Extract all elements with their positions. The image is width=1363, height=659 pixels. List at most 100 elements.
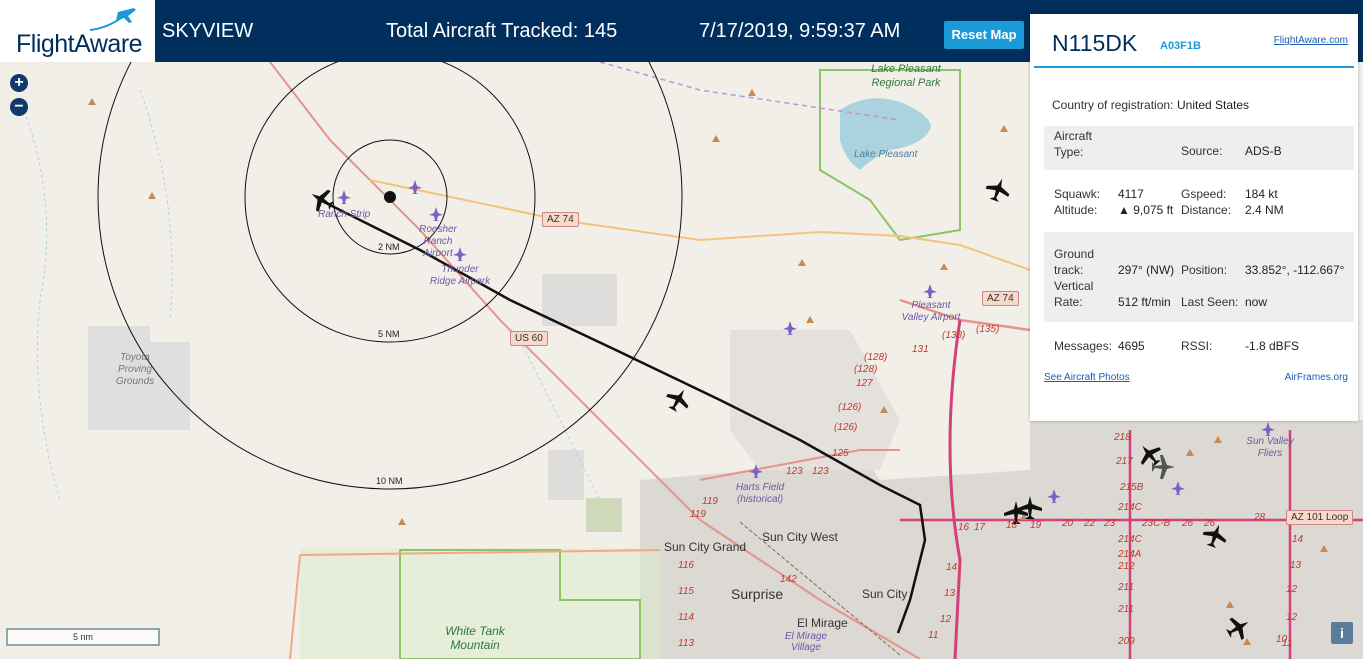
exit-label: 119 — [702, 496, 718, 507]
aircraft-type-label: Aircraft Type: — [1054, 129, 1093, 159]
exit-label: 12 — [940, 614, 952, 625]
map-info-button[interactable]: i — [1331, 622, 1353, 644]
exit-label: 26 — [1204, 518, 1216, 529]
position-label: Position: — [1181, 263, 1228, 277]
exit-label: 131 — [912, 344, 929, 355]
airframes-link[interactable]: AirFrames.org — [1285, 372, 1348, 383]
land-parcel — [548, 450, 584, 500]
exit-label: 211 — [1118, 582, 1134, 593]
lake-label: Lake Pleasant — [854, 149, 918, 160]
exit-label: (126) — [834, 422, 858, 433]
aircraft-hex-code: A03F1B — [1160, 40, 1201, 52]
receiver-location — [384, 191, 396, 203]
wash — [139, 89, 173, 321]
exit-label: 23C-B — [1142, 518, 1171, 529]
exit-label: (126) — [838, 402, 862, 413]
brand-wordmark: FlightAware — [16, 30, 143, 58]
exit-label: (128) — [864, 352, 888, 363]
messages-value: 4695 — [1118, 339, 1145, 353]
exit-label: 19 — [1030, 520, 1042, 531]
country-label: Country of registration: — [1052, 98, 1174, 112]
land-parcel — [586, 498, 622, 532]
exit-label: 125 — [832, 448, 849, 459]
exit-label: 17 — [974, 522, 986, 533]
exit-label: 14 — [946, 562, 958, 573]
country-value: United States — [1177, 98, 1250, 112]
exit-label: 127 — [856, 378, 873, 389]
ring-label-5nm: 5 NM — [378, 329, 400, 339]
gspeed-value: 184 kt — [1245, 187, 1278, 201]
us-60-shield: US 60 — [510, 331, 548, 346]
exit-label: 12 — [1286, 612, 1298, 623]
place-label: Toyota Proving Grounds — [115, 352, 155, 387]
airport-label: Harts Field (historical) — [735, 482, 785, 505]
aircraft-info-panel: N115DK A03F1B FlightAware.com Country of… — [1030, 14, 1358, 421]
ground-track-label: Ground track: — [1054, 247, 1095, 277]
az-74-shield: AZ 74 — [982, 291, 1019, 306]
aircraft-tracked-count: Total Aircraft Tracked: 145 — [386, 20, 618, 42]
plane-logo-icon — [89, 8, 136, 31]
zoom-in-button[interactable]: + — [10, 74, 28, 92]
exit-label: 14 — [1292, 534, 1304, 545]
exit-label: 26 — [1182, 518, 1194, 529]
exit-label: 209 — [1118, 636, 1135, 647]
exit-label: 211 — [1118, 604, 1134, 615]
position-value: 33.852°, -112.667° — [1245, 263, 1345, 277]
squawk-label: Squawk: — [1054, 187, 1101, 201]
exit-label: 16 — [958, 522, 970, 533]
exit-label: 214C — [1118, 502, 1142, 513]
flightaware-link[interactable]: FlightAware.com — [1274, 35, 1348, 46]
exit-label: 23 — [1104, 518, 1116, 529]
flightaware-logo[interactable]: FlightAware — [0, 0, 155, 62]
messages-label: Messages: — [1054, 339, 1113, 353]
vertical-rate-value: 512 ft/min — [1118, 295, 1171, 309]
wash — [19, 99, 61, 501]
exit-label: 217 — [1116, 456, 1133, 467]
zoom-out-button[interactable]: − — [10, 98, 28, 116]
map-scale-bar: 5 nm — [6, 628, 160, 646]
distance-value: 2.4 NM — [1245, 203, 1284, 217]
az-101-loop-shield: AZ 101 Loop — [1286, 510, 1354, 525]
reset-map-button[interactable]: Reset Map — [944, 21, 1024, 49]
airport-label: Sun Valley Fliers — [1246, 436, 1294, 459]
town-label: Sun City Grand — [664, 540, 747, 554]
exit-label: (138) — [942, 330, 966, 341]
exit-label: (128) — [854, 364, 878, 375]
exit-label: 11 — [928, 630, 939, 641]
exit-label: 113 — [678, 638, 694, 649]
exit-label: 10 — [1276, 634, 1288, 645]
urban-area — [1030, 420, 1363, 659]
exit-label: 13 — [1290, 560, 1302, 571]
panel-divider — [1034, 66, 1354, 68]
town-label: El Mirage — [797, 616, 848, 630]
exit-label: 28 — [1254, 512, 1266, 523]
vertical-rate-label: Vertical Rate: — [1054, 279, 1094, 309]
exit-label: 12 — [1286, 584, 1298, 595]
mountain-label: White Tank Mountain — [445, 624, 505, 652]
airport-label: Ranch Strip — [318, 209, 371, 220]
land-parcel — [542, 274, 617, 326]
town-label: Sun City — [862, 587, 908, 601]
park-label: Lake Pleasant Regional Park — [871, 63, 941, 89]
exit-label: 123 — [812, 466, 829, 477]
exit-label: 215B — [1120, 482, 1144, 493]
airport-label: Pleasant Valley Airport — [901, 300, 961, 323]
ground-track-value: 297° (NW) — [1118, 263, 1175, 277]
last-seen-value: now — [1245, 295, 1268, 309]
distance-label: Distance: — [1181, 203, 1232, 217]
gspeed-label: Gspeed: — [1181, 187, 1227, 201]
exit-label: 22 — [1084, 518, 1096, 529]
app-title: SKYVIEW — [162, 20, 254, 42]
airport-label: Thunder Ridge Airpark — [429, 264, 491, 287]
aircraft-registration: N115DK — [1052, 30, 1138, 56]
exit-label: 214C — [1118, 534, 1142, 545]
aircraft-photos-link[interactable]: See Aircraft Photos — [1044, 372, 1130, 383]
altitude-value: ▲ 9,075 ft — [1118, 203, 1174, 217]
current-datetime: 7/17/2019, 9:59:37 AM — [699, 20, 901, 42]
az-74-shield: AZ 74 — [542, 212, 579, 227]
exit-label: 218 — [1114, 432, 1131, 443]
exit-label: 18 — [1006, 520, 1018, 531]
exit-label: 142 — [780, 574, 797, 585]
source-value: ADS-B — [1245, 144, 1282, 158]
last-seen-label: Last Seen: — [1181, 295, 1239, 309]
